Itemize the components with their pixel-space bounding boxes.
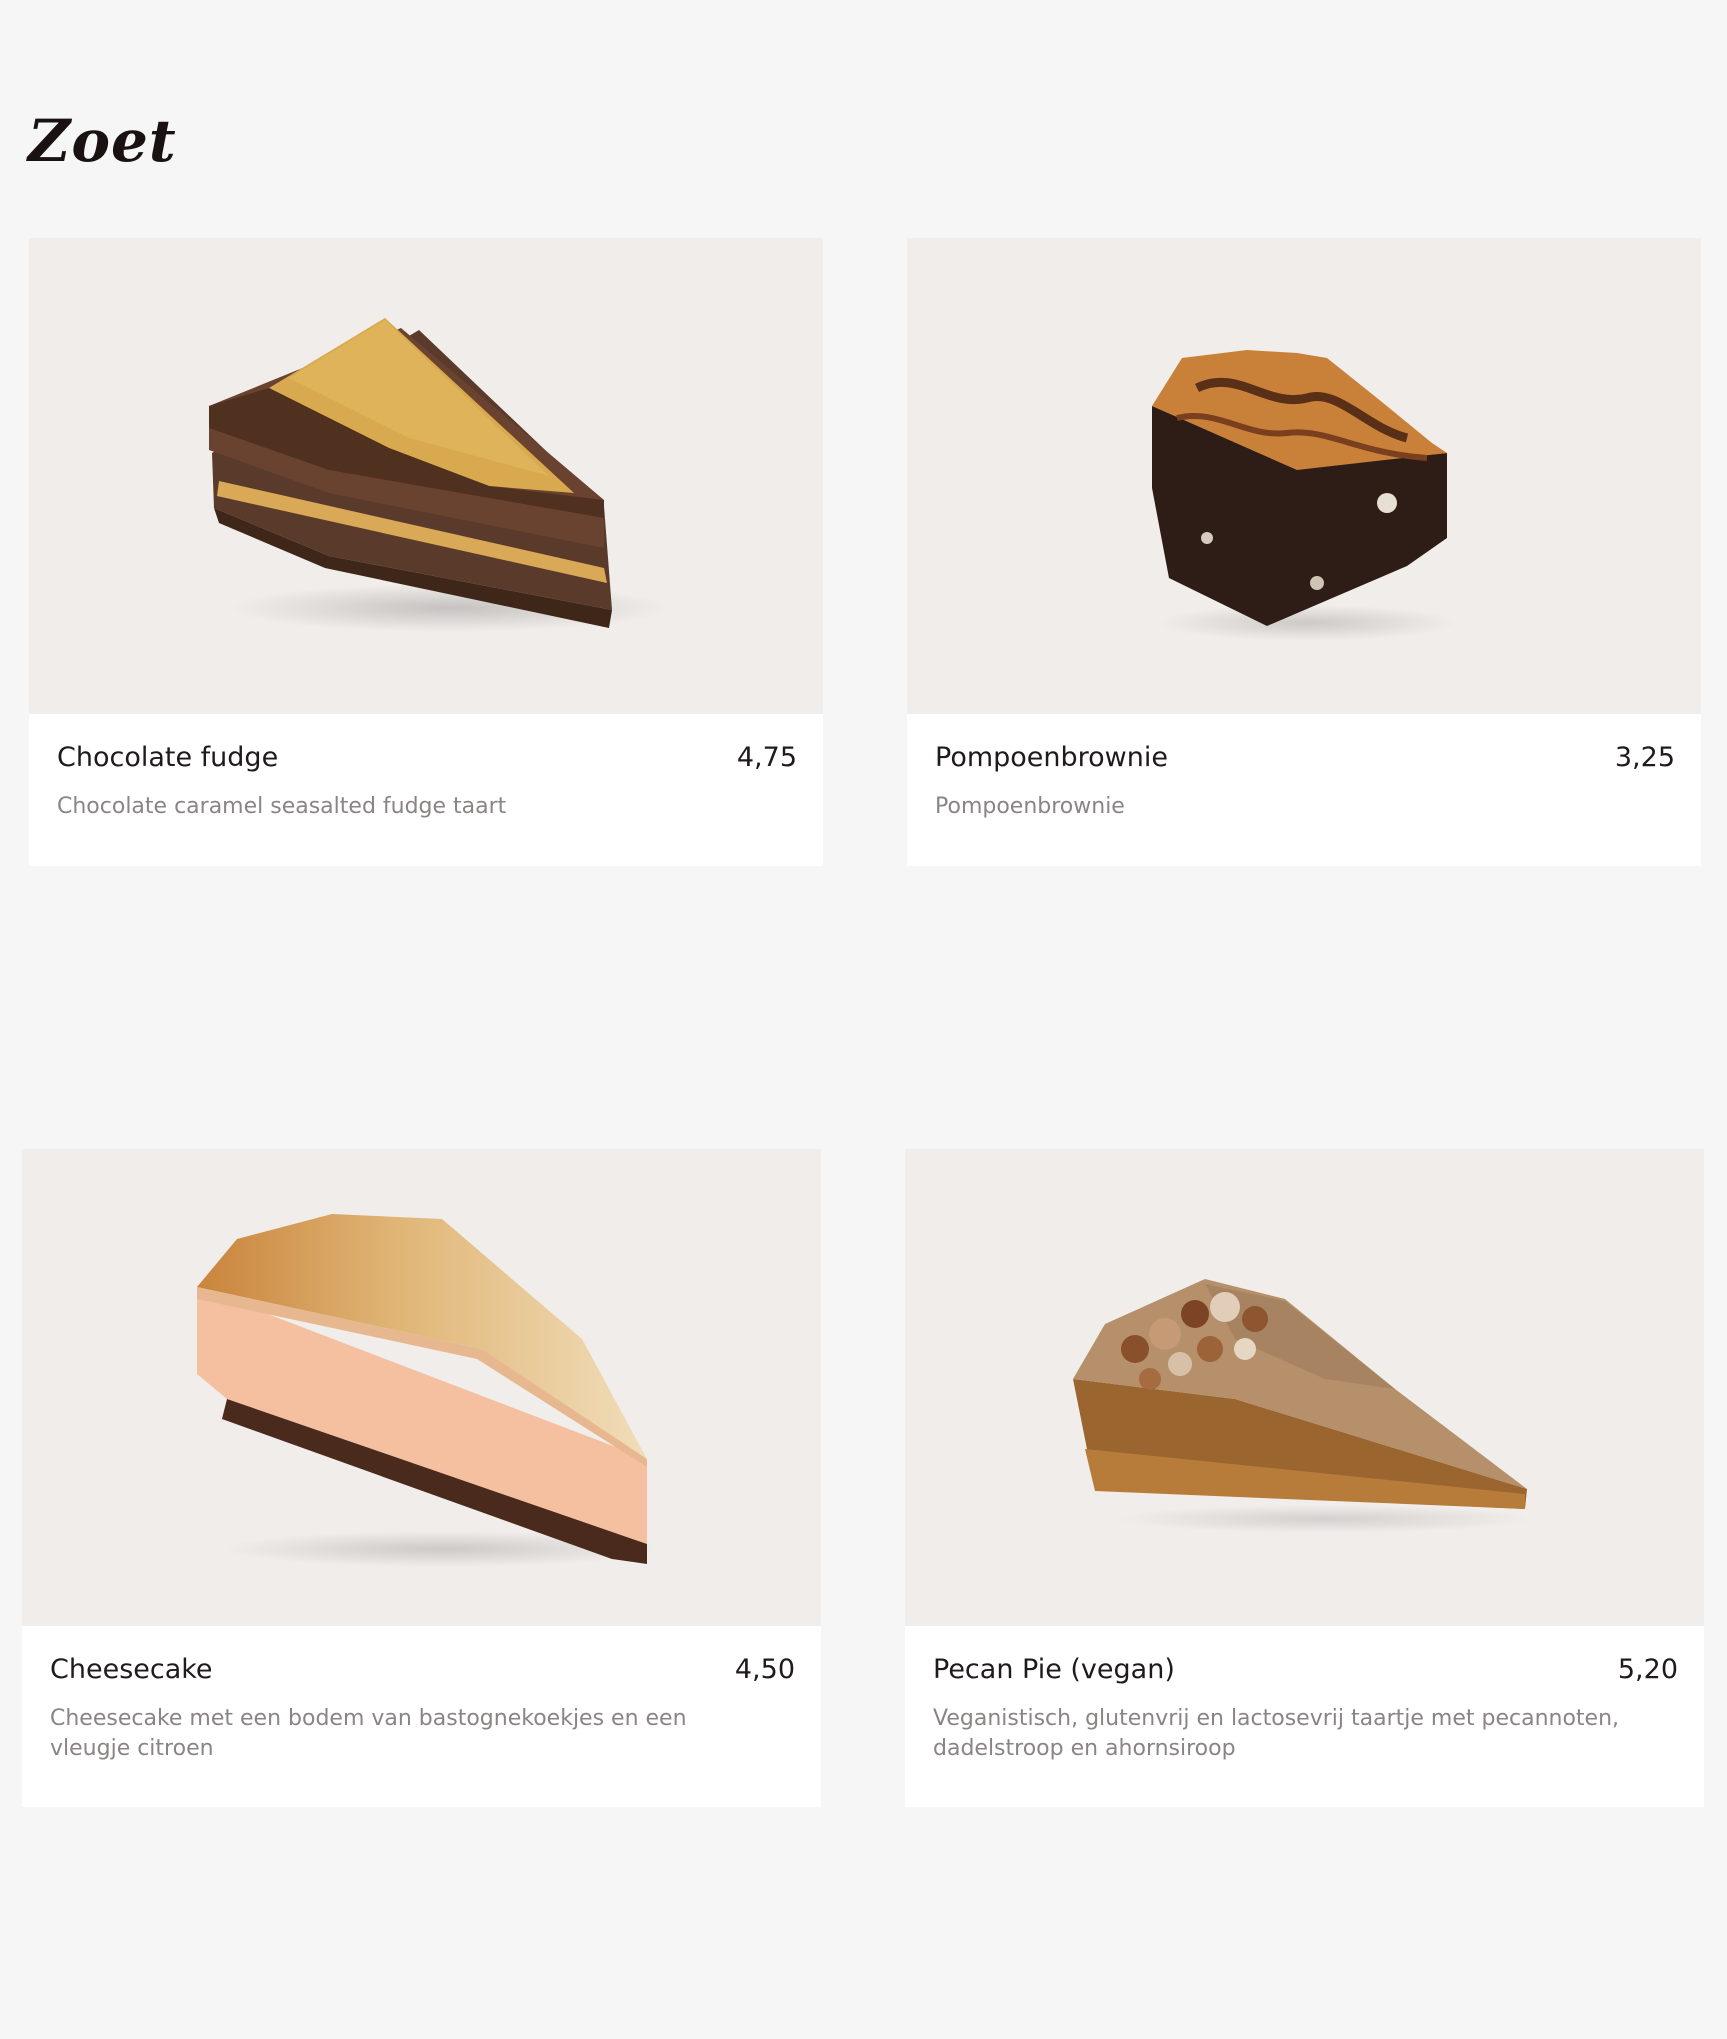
product-info: Pompoenbrownie 3,25 Pompoenbrownie xyxy=(907,714,1701,822)
pecan-pie-slice-icon xyxy=(1073,1279,1535,1533)
cheesecake-slice-icon xyxy=(197,1214,662,1567)
product-name: Pecan Pie (vegan) xyxy=(933,1654,1175,1685)
product-price: 5,20 xyxy=(1617,1654,1678,1685)
product-image-pecan-pie xyxy=(905,1149,1704,1626)
product-name: Cheesecake xyxy=(50,1654,213,1685)
product-card-pecan-pie[interactable]: Pecan Pie (vegan) 5,20 Veganistisch, glu… xyxy=(905,1149,1704,1807)
product-description: Cheesecake met een bodem van bastognekoe… xyxy=(50,1706,687,1762)
product-price: 3,25 xyxy=(1614,742,1675,773)
product-description: Pompoenbrownie xyxy=(935,794,1125,820)
product-image-cheesecake xyxy=(22,1149,821,1626)
product-name: Pompoenbrownie xyxy=(935,742,1168,773)
product-description: Veganistisch, glutenvrij en lactosevrij … xyxy=(933,1706,1620,1762)
product-image-chocolate-fudge xyxy=(29,238,823,714)
product-card-cheesecake[interactable]: Cheesecake 4,50 Cheesecake met een bodem… xyxy=(22,1149,821,1807)
product-price: 4,75 xyxy=(736,742,797,773)
product-name: Chocolate fudge xyxy=(57,742,279,773)
product-card-pompoenbrownie[interactable]: Pompoenbrownie 3,25 Pompoenbrownie xyxy=(907,238,1701,866)
product-image-pompoenbrownie xyxy=(907,238,1701,714)
chocolate-fudge-slice-icon xyxy=(209,318,669,632)
section-title: Zoet xyxy=(28,107,177,175)
product-info: Pecan Pie (vegan) 5,20 Veganistisch, glu… xyxy=(905,1626,1704,1764)
product-description: Chocolate caramel seasalted fudge taart xyxy=(57,794,507,820)
product-info: Cheesecake 4,50 Cheesecake met een bodem… xyxy=(22,1626,821,1764)
product-price: 4,50 xyxy=(734,1654,795,1685)
pumpkin-brownie-icon xyxy=(1152,350,1457,641)
product-card-chocolate-fudge[interactable]: Chocolate fudge 4,75 Chocolate caramel s… xyxy=(29,238,823,866)
product-info: Chocolate fudge 4,75 Chocolate caramel s… xyxy=(29,714,823,822)
